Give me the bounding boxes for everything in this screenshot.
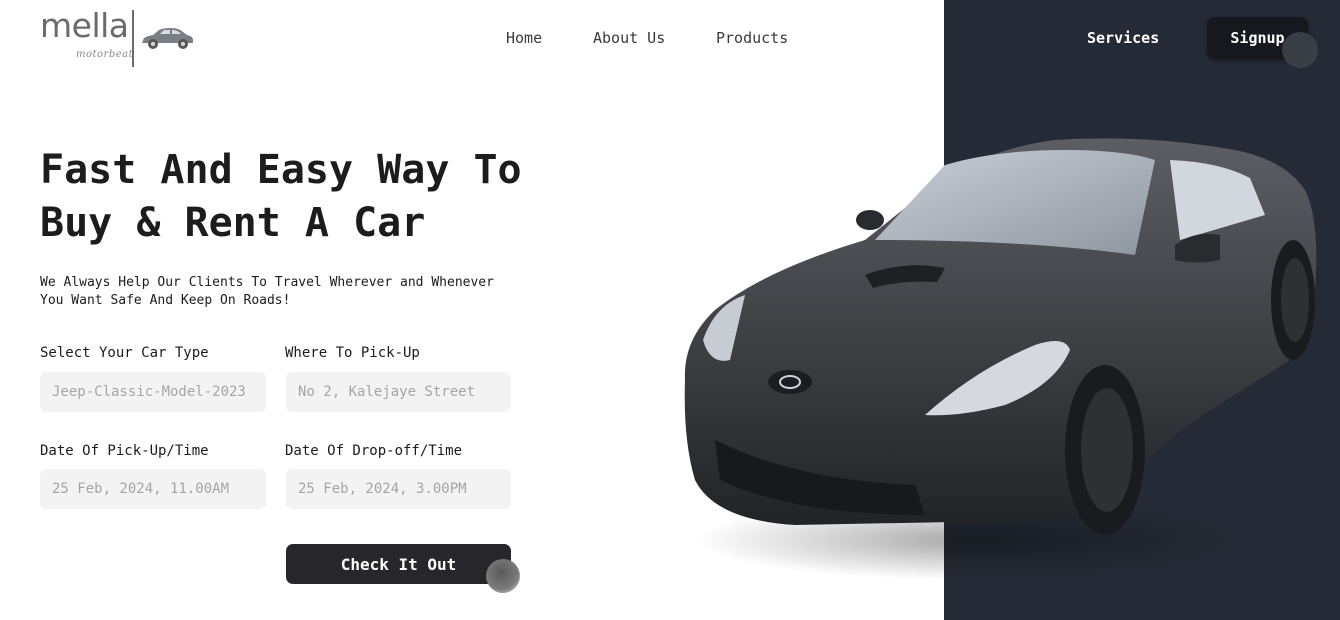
logo-tagline: motorbeat: [76, 49, 134, 60]
cursor-highlight-2: [486, 559, 520, 593]
hero-title: Fast And Easy Way To Buy & Rent A Car: [40, 144, 560, 250]
check-it-out-button[interactable]: Check It Out: [286, 544, 511, 584]
nav-about-link[interactable]: About Us: [593, 29, 665, 47]
hero-title-line-2: Buy & Rent A Car: [40, 200, 426, 246]
car-type-label: Select Your Car Type: [40, 345, 209, 361]
dropoff-date-input[interactable]: [286, 469, 511, 509]
nav-home-link[interactable]: Home: [506, 29, 542, 47]
pickup-location-label: Where To Pick-Up: [285, 345, 420, 361]
cursor-highlight: [1282, 32, 1318, 68]
sports-car-image: [684, 138, 1317, 580]
pickup-date-label: Date Of Pick-Up/Time: [40, 443, 209, 459]
logo-divider: [132, 10, 134, 67]
pickup-location-input[interactable]: [286, 372, 511, 412]
nav-services-link[interactable]: Services: [1087, 29, 1159, 47]
hero-subtitle-line-2: You Want Safe And Keep On Roads!: [40, 293, 291, 308]
nav-products-link[interactable]: Products: [716, 29, 788, 47]
hero-subtitle-line-1: We Always Help Our Clients To Travel Whe…: [40, 275, 494, 290]
hero-title-line-1: Fast And Easy Way To: [40, 147, 522, 193]
hero-subtitle: We Always Help Our Clients To Travel Whe…: [40, 274, 520, 310]
brand-logo[interactable]: mella motorbeat: [40, 6, 193, 68]
dropoff-date-label: Date Of Drop-off/Time: [285, 443, 463, 459]
logo-wordmark: mella: [40, 6, 129, 45]
pickup-date-input[interactable]: [40, 469, 266, 509]
car-type-input[interactable]: [40, 372, 266, 412]
car-icon: [142, 28, 193, 49]
